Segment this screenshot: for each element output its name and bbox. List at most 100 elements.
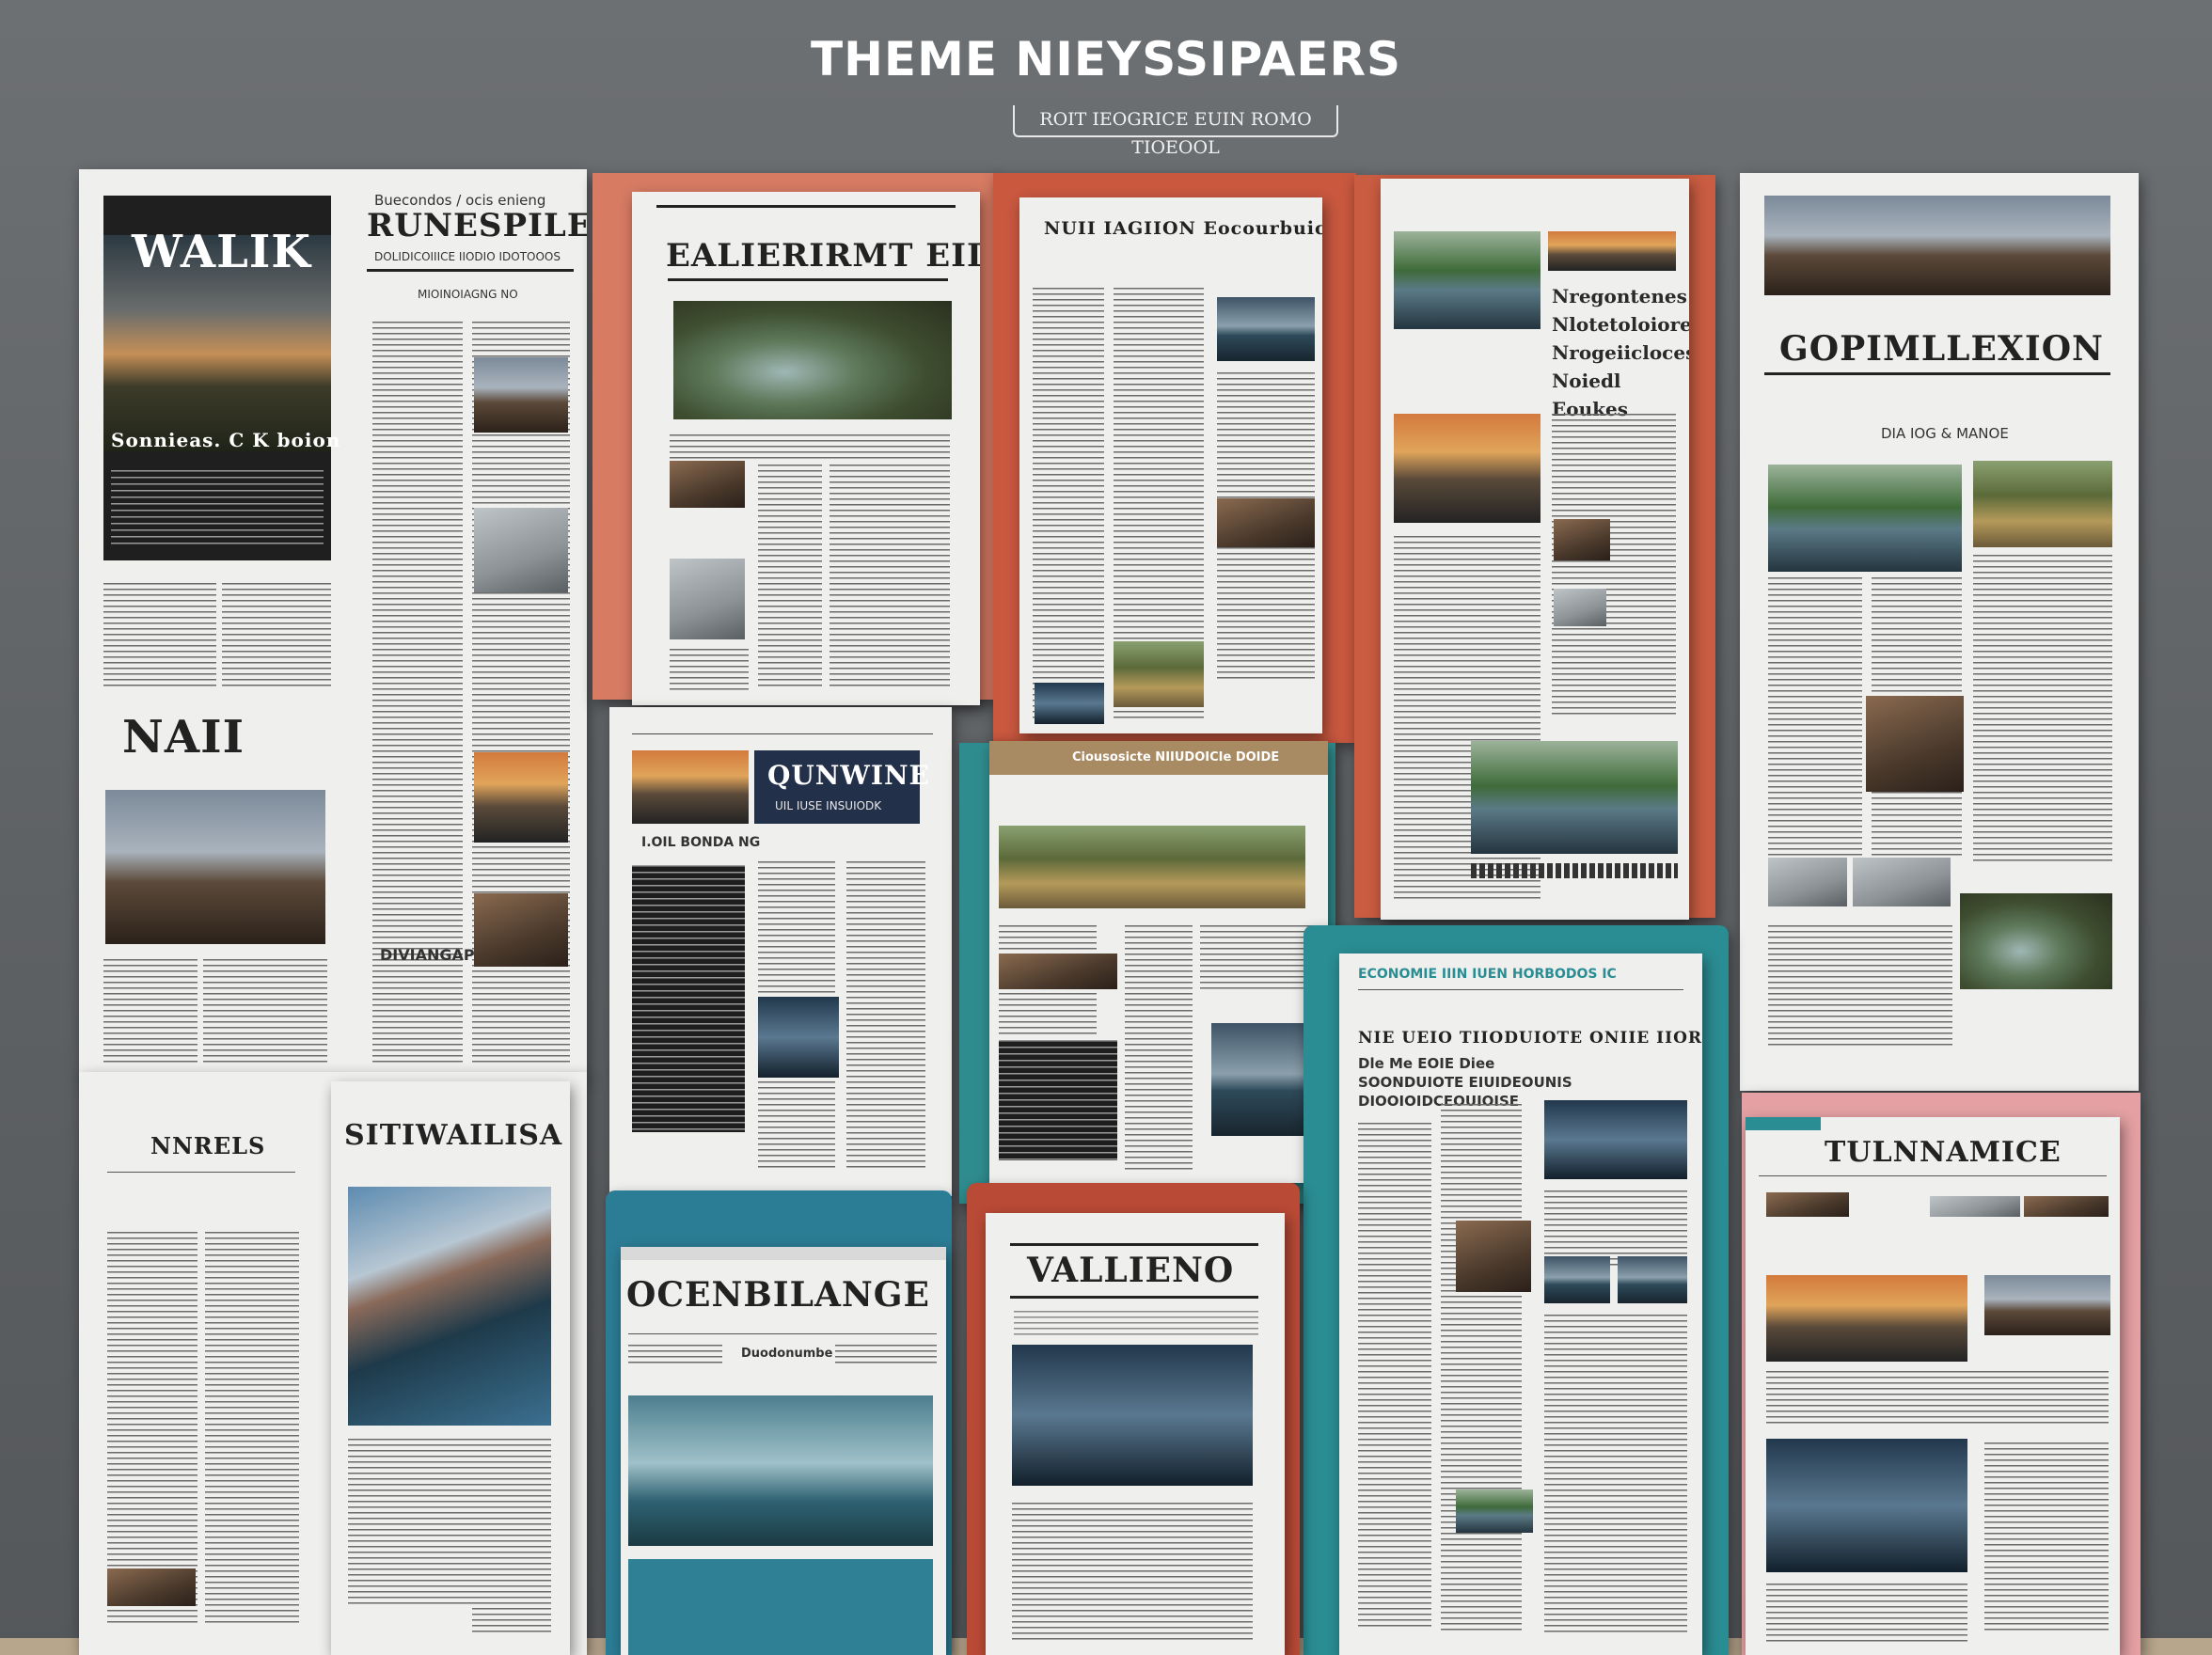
newspaper-nregontenes[interactable]: Nregontenes Nlotetoloiore Nrogeiicloces … [1381, 179, 1689, 920]
section-subtitle: DIVIANGAP [380, 946, 475, 964]
text-column [846, 861, 925, 1172]
article-photo [1766, 1275, 1967, 1362]
masthead-band [1746, 1117, 1821, 1130]
text-column [1441, 1104, 1522, 1631]
article-photo [1766, 1192, 1849, 1217]
article-photo [474, 508, 568, 592]
title-rule [1764, 372, 2110, 375]
text-column [107, 1232, 198, 1627]
article-photo [1548, 231, 1676, 271]
side-title: RUNESPILES [367, 207, 587, 244]
paper-title: SITIWAILISA [344, 1119, 563, 1152]
title-line: Nlotetoloiore [1552, 313, 1689, 336]
text-column [1012, 1503, 1253, 1644]
lead-photo [999, 826, 1305, 908]
article-photo [632, 750, 749, 824]
newspaper-nuii[interactable]: NUII IAGIION Eocourbuickeet MS [1019, 197, 1322, 733]
article-photo [474, 752, 568, 843]
paper-title: VALLIENO [1027, 1251, 1235, 1290]
article-photo [1035, 683, 1104, 724]
page-title: THEME NIEYSSIPAERS [810, 32, 1402, 87]
text-column [1200, 925, 1317, 991]
newspaper-vallieno[interactable]: VALLIENO [986, 1213, 1285, 1655]
article-photo [1930, 1196, 2020, 1217]
article-photo [1456, 1490, 1533, 1533]
article-photo [1217, 498, 1315, 547]
title-rule [1759, 1175, 2107, 1176]
masthead-rule [656, 205, 956, 208]
text-column [835, 1345, 937, 1363]
masthead-title: ECONOMIE IIIN IUEN HORBODOS IC [1358, 967, 1617, 982]
article-photo [1984, 1275, 2110, 1335]
text-column [103, 959, 198, 1063]
article-photo [1766, 1439, 1967, 1572]
title-rule [628, 1333, 937, 1334]
article-photo [2024, 1196, 2109, 1217]
text-column [1766, 1584, 1967, 1644]
masthead-title: Ciousosicte NIIUDOICIe DOIDE [1072, 750, 1280, 764]
title-line: Nrogeiicloces [1552, 341, 1689, 364]
masthead-rule [1358, 989, 1683, 990]
cover-text [111, 470, 324, 545]
title-rule [1010, 1243, 1258, 1246]
article-photo [1471, 741, 1678, 854]
article-photo [999, 954, 1117, 989]
text-column [1984, 1442, 2109, 1631]
text-column [472, 1523, 551, 1636]
dek-line: Dle Me EOIE Diee [1358, 1055, 1495, 1072]
text-column [1766, 1371, 2109, 1427]
article-photo [1866, 696, 1964, 792]
dark-column [632, 865, 745, 1132]
paper-title: GOPIMLLEXION [1779, 329, 2104, 369]
article-photo [107, 1568, 196, 1606]
article-photo [1960, 893, 2112, 989]
text-column [1544, 1190, 1687, 1266]
article-photo [1768, 858, 1847, 906]
text-column [758, 465, 822, 690]
top-rule [632, 724, 933, 734]
text-column [203, 959, 327, 1063]
text-column [103, 583, 216, 686]
text-column [670, 649, 749, 692]
article-photo [1544, 1256, 1610, 1303]
newspaper-qunwine[interactable]: QUNWINE UIL IUSE INSUIODK I.OIL BONDA NG [609, 707, 952, 1196]
title-line: Nregontenes [1552, 285, 1687, 307]
article-photo [670, 461, 745, 508]
newspaper-ciousosicte[interactable]: Ciousosicte NIIUDOICIe DOIDE [989, 741, 1328, 1183]
text-column [222, 583, 331, 686]
cover-title: WALIK [132, 226, 311, 278]
paper-kicker: DIA IOG & MANOE [1881, 425, 2009, 442]
text-column [1358, 1123, 1431, 1631]
paper-title: NNRELS [150, 1132, 266, 1159]
title-rule [107, 1172, 295, 1173]
newspaper-gopimllexion[interactable]: GOPIMLLEXION DIA IOG & MANOE [1740, 173, 2139, 1091]
newspaper-ocenbilange[interactable]: OCENBILANGE Duodonumbe [621, 1247, 946, 1655]
lead-photo [673, 301, 952, 419]
article-photo [1114, 641, 1204, 707]
dark-column [999, 1040, 1117, 1160]
lead-photo [1764, 196, 2110, 295]
side-dek: DOLIDICOIIICE IIODIO IDOTOOOS [374, 250, 561, 263]
teal-footer [628, 1559, 933, 1655]
newspaper-ealierirmt[interactable]: EALIERIRMT EIIIP [632, 192, 980, 705]
article-photo [758, 997, 839, 1078]
section-photo [105, 790, 325, 944]
text-column [830, 465, 950, 690]
article-photo [1618, 1256, 1687, 1303]
text-column [1768, 925, 1952, 1048]
article-photo [474, 893, 568, 967]
article-photo [1973, 461, 2112, 547]
lead-photo [348, 1187, 551, 1426]
masthead-title: QUNWINE [767, 760, 930, 791]
section-title: NAII [122, 711, 245, 764]
article-photo [1853, 858, 1951, 906]
newspaper-economie[interactable]: ECONOMIE IIIN IUEN HORBODOS IC NIE UEIO … [1339, 954, 1702, 1655]
article-photo [1544, 1100, 1687, 1179]
lead-photo [628, 1395, 933, 1546]
paper-title: Nregontenes Nlotetoloiore Nrogeiicloces … [1552, 282, 1689, 423]
newspaper-walik[interactable]: WALIK Sonnieas. C K boion Buecondos / oc… [79, 169, 587, 1078]
text-column [1014, 1311, 1258, 1339]
paper-title: NUII IAGIION Eocourbuickeet MS [1044, 218, 1322, 239]
newspaper-tulnnamice[interactable]: TULNNAMICE [1746, 1117, 2120, 1655]
newspaper-sitiwailisa[interactable]: SITIWAILISA [331, 1081, 570, 1655]
